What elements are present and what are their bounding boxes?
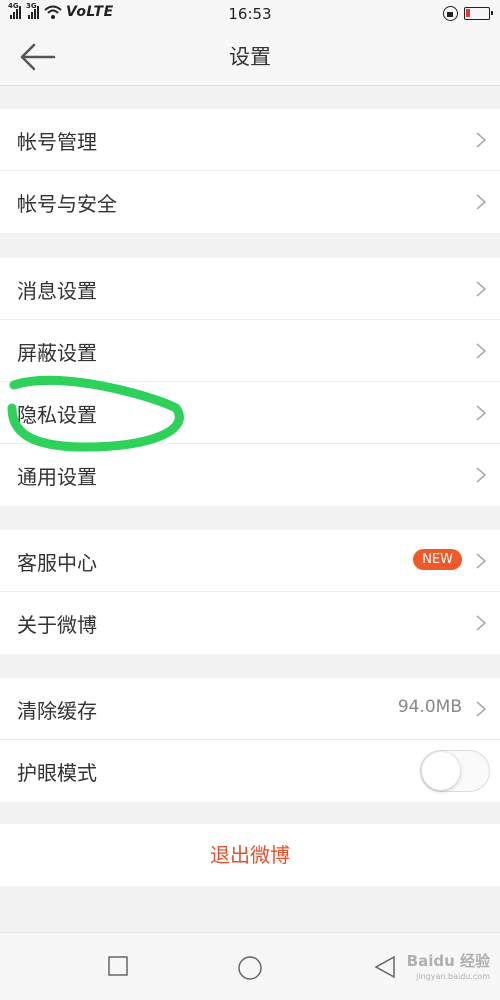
settings-group-preferences: 消息设置 屏蔽设置 隐私设置 通用设置 [0,258,500,506]
chevron-right-icon [476,132,487,148]
eye-care-toggle[interactable] [420,750,490,792]
settings-item-label: 消息设置 [17,279,97,303]
triangle-back-icon[interactable] [374,955,396,979]
chevron-right-icon [476,553,487,569]
baidu-watermark: Baidu 经验 jingyan.baidu.com [407,953,490,985]
title-bar: 设置 [0,28,500,86]
settings-item-account-security[interactable]: 帐号与安全 [0,171,500,233]
new-badge: NEW [413,549,462,570]
settings-group-support: 客服中心 NEW 关于微博 [0,530,500,654]
toggle-knob [422,752,460,790]
settings-item-label: 关于微博 [17,613,97,637]
system-nav-bar: Baidu 经验 jingyan.baidu.com [0,932,500,1000]
rotation-lock-icon [443,6,458,21]
circle-home-icon[interactable] [237,955,263,981]
battery-icon [464,7,493,20]
settings-item-label: 通用设置 [17,465,97,489]
chevron-right-icon [476,615,487,631]
status-bar: 4G 3G VoLTE 16:53 [0,0,500,28]
chevron-right-icon [476,343,487,359]
settings-item-account-management[interactable]: 帐号管理 [0,109,500,171]
settings-group-storage: 清除缓存 94.0MB 护眼模式 [0,678,500,802]
chevron-right-icon [476,194,487,210]
watermark-brand: Baidu 经验 [406,952,490,970]
square-recents-icon[interactable] [107,955,129,977]
settings-item-message[interactable]: 消息设置 [0,258,500,320]
settings-item-privacy[interactable]: 隐私设置 [0,382,500,444]
logout-button[interactable]: 退出微博 [0,824,500,886]
settings-item-about[interactable]: 关于微博 [0,592,500,654]
settings-item-customer-service[interactable]: 客服中心 NEW [0,530,500,592]
chevron-right-icon [476,281,487,297]
chevron-right-icon [476,467,487,483]
status-time: 16:53 [228,5,272,23]
settings-item-general[interactable]: 通用设置 [0,444,500,506]
chevron-right-icon [476,405,487,421]
settings-item-label: 帐号与安全 [17,192,117,216]
settings-item-label: 屏蔽设置 [17,341,97,365]
settings-item-label: 护眼模式 [17,761,97,785]
settings-item-clear-cache[interactable]: 清除缓存 94.0MB [0,678,500,740]
settings-item-label: 帐号管理 [17,130,97,154]
chevron-right-icon [476,701,487,717]
cache-size-value: 94.0MB [397,697,462,717]
settings-group-account: 帐号管理 帐号与安全 [0,109,500,233]
page-title: 设置 [229,45,271,69]
settings-item-block[interactable]: 屏蔽设置 [0,320,500,382]
settings-item-eye-care: 护眼模式 [0,740,500,802]
settings-item-label: 客服中心 [17,551,97,575]
settings-item-label: 隐私设置 [17,403,97,427]
watermark-url: jingyan.baidu.com [416,972,490,981]
settings-item-label: 清除缓存 [17,699,97,723]
